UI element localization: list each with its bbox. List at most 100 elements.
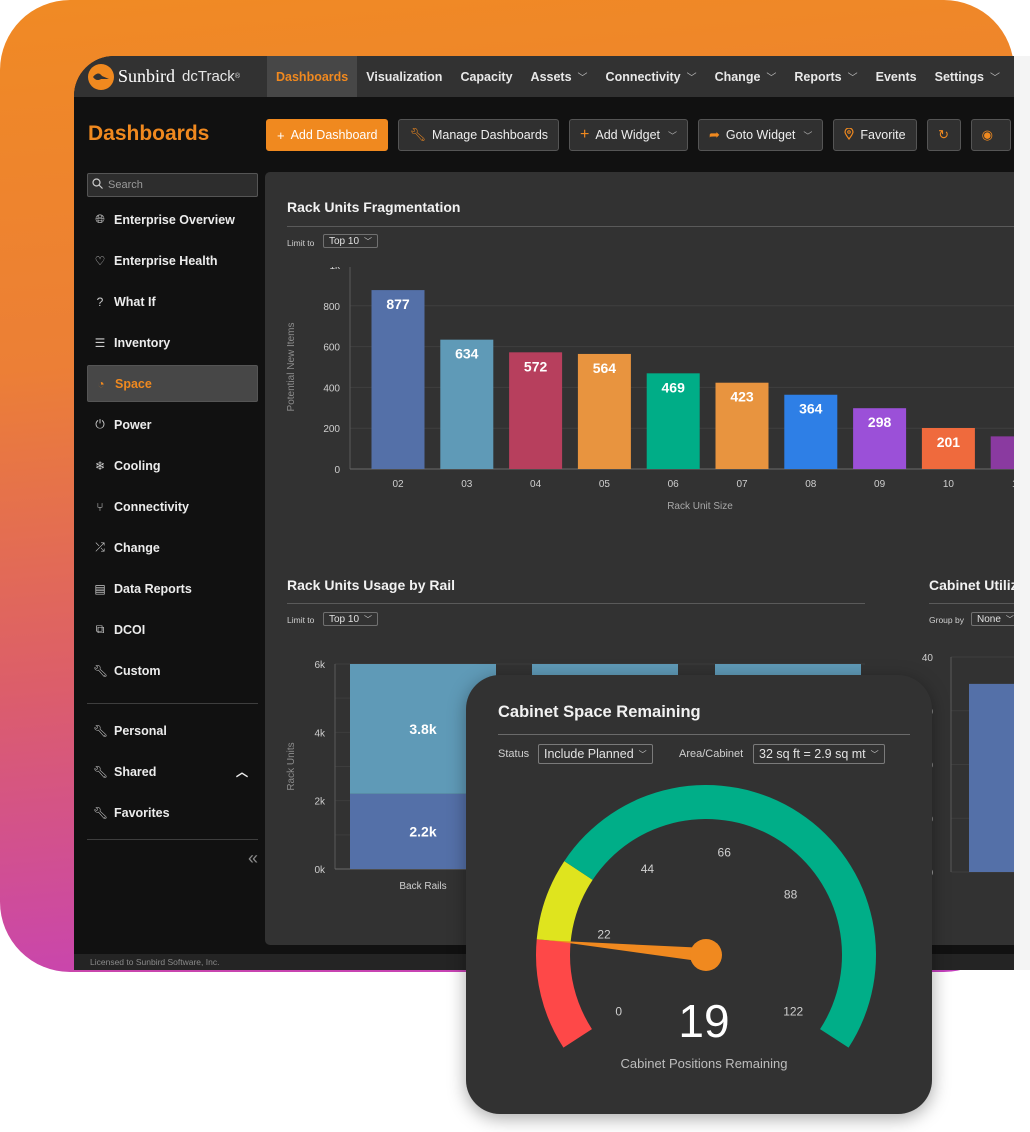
y-axis-label: Rack Units <box>286 742 297 790</box>
nav-item-settings[interactable]: Settings ﹀ <box>926 56 1009 97</box>
nav-item-connectivity[interactable]: Connectivity ﹀ <box>597 56 706 97</box>
sidebar: Search 🌐︎ Enterprise Overview ♡ Enterprise … <box>87 173 258 868</box>
sidebar-item-what-if[interactable]: ? What If <box>87 283 258 320</box>
group-value: None <box>977 613 1001 625</box>
fragmentation-limit-select[interactable]: Top 10 ﹀ <box>323 234 379 248</box>
sidebar-item-favorites[interactable]: 🔧︎ Favorites <box>87 794 258 831</box>
wrench-icon: 🔧︎ <box>93 663 109 678</box>
goto-widget-button[interactable]: ➦ Goto Widget ﹀ <box>698 119 824 151</box>
y-tick-label: 40 <box>922 653 934 664</box>
refresh-button[interactable]: ↻ <box>926 119 961 151</box>
sidebar-item-label: Power <box>114 417 152 432</box>
add-widget-label: Add Widget <box>595 128 660 142</box>
sidebar-item-label: DCOI <box>114 622 146 637</box>
nav-item-dashboards[interactable]: Dashboards <box>267 56 358 97</box>
sidebar-item-label: Custom <box>114 663 161 678</box>
nav-item-label: Change <box>714 69 761 84</box>
manage-dashboards-button[interactable]: 🔧︎ Manage Dashboards <box>398 119 560 151</box>
widget-divider <box>498 734 910 735</box>
gauge-tick-label: 122 <box>783 1005 803 1019</box>
gauge-needle-hub <box>690 939 722 971</box>
chevron-down-icon: ﹀ <box>989 73 1000 84</box>
group-by-select[interactable]: None ﹀ <box>971 612 1014 626</box>
refresh-icon: ↻ <box>938 127 950 142</box>
fragmentation-widget-title: Rack Units Fragmentation <box>287 199 461 215</box>
bar-cabinets <box>969 683 1014 872</box>
sidebar-divider <box>87 703 258 704</box>
sidebar-item-shared[interactable]: 🔧︎ Shared ︿ <box>87 753 258 790</box>
sidebar-item-connectivity[interactable]: ⑂ Connectivity <box>87 488 258 525</box>
nav-item-events[interactable]: Events <box>867 56 926 97</box>
y-tick-label: 800 <box>323 302 340 313</box>
bar-data-label: 634 <box>455 346 479 362</box>
segment-data-label: 2.2k <box>409 823 436 839</box>
collapse-sidebar-icon[interactable]: « <box>248 848 258 869</box>
limit-to-label: Limit to <box>287 238 315 248</box>
sidebar-item-custom[interactable]: 🔧︎ Custom <box>87 652 258 689</box>
sidebar-search-input[interactable]: Search <box>87 173 258 197</box>
sidebar-item-dcoi[interactable]: ⧉ DCOI <box>87 611 258 648</box>
gauge-caption: Cabinet Positions Remaining <box>621 1056 788 1071</box>
logo[interactable]: Sunbird dcTrack ® <box>88 63 268 90</box>
dashboard-toolbar: + Add Dashboard 🔧︎ Manage Dashboards + A… <box>266 119 1011 151</box>
sidebar-item-cooling[interactable]: ❄ Cooling <box>87 447 258 484</box>
y-tick-label: 600 <box>323 343 340 354</box>
sidebar-item-enterprise-health[interactable]: ♡ Enterprise Health <box>87 242 258 279</box>
chevron-down-icon: ﹀ <box>668 130 678 141</box>
gauge-icon: ◔ <box>97 376 105 391</box>
sidebar-item-label: Change <box>114 540 160 555</box>
widget-divider <box>287 226 1014 227</box>
gauge-tick-label: 44 <box>641 862 655 876</box>
nav-item-label: Visualization <box>366 69 443 84</box>
area-cabinet-select[interactable]: 32 sq ft = 2.9 sq mt ﹀ <box>753 744 885 764</box>
nav-item-visualization[interactable]: Visualization <box>357 56 451 97</box>
nav-item-reports[interactable]: Reports ﹀ <box>785 56 866 97</box>
space-remaining-title: Cabinet Space Remaining <box>498 703 701 721</box>
share-arrow-icon: ➦ <box>709 127 720 142</box>
bar-data-label: 201 <box>937 434 961 450</box>
list-icon: ☰ <box>94 335 106 350</box>
x-tick-label: 09 <box>874 479 886 490</box>
bar-data-label: 564 <box>593 360 617 376</box>
edge-fade <box>1014 56 1030 970</box>
status-select[interactable]: Include Planned ﹀ <box>538 744 653 764</box>
sunbird-logo-icon <box>88 63 114 90</box>
brand-name: Sunbird <box>118 66 176 86</box>
sidebar-item-change[interactable]: ⤮ Change <box>87 529 258 566</box>
x-axis-label: Rack Unit Size <box>667 501 733 512</box>
gauge-tick-label: 22 <box>597 928 611 942</box>
gauge-tick-label: 0 <box>615 1005 622 1019</box>
sidebar-item-label: Enterprise Overview <box>114 212 235 227</box>
shuffle-icon: ⤮ <box>95 540 105 554</box>
nav-item-change[interactable]: Change ﹀ <box>706 56 786 97</box>
x-tick-label: 07 <box>736 479 748 490</box>
dcoi-icon: ⧉ <box>95 622 105 636</box>
cabinet-utilization-widget-title: Cabinet Utiliz <box>929 577 1014 593</box>
area-cabinet-label: Area/Cabinet <box>679 748 744 760</box>
nav-item-assets[interactable]: Assets ﹀ <box>522 56 597 97</box>
wrench-icon: 🔧︎ <box>93 805 109 820</box>
area-value: 32 sq ft = 2.9 sq mt <box>759 747 866 761</box>
nav-item-label: Assets <box>530 69 572 84</box>
add-dashboard-button[interactable]: + Add Dashboard <box>266 119 389 151</box>
plus-icon: + <box>277 127 285 143</box>
sidebar-item-enterprise-overview[interactable]: 🌐︎ Enterprise Overview <box>87 201 258 238</box>
sidebar-item-power[interactable]: ⏻ Power <box>87 406 258 443</box>
view-button[interactable]: ◉ <box>970 119 1011 151</box>
sidebar-item-data-reports[interactable]: ▤ Data Reports <box>87 570 258 607</box>
sidebar-item-personal[interactable]: 🔧︎ Personal <box>87 712 258 749</box>
chevron-up-icon[interactable]: ︿ <box>236 763 248 780</box>
bar-data-label: 364 <box>799 401 823 417</box>
registered-mark: ® <box>234 73 240 80</box>
sidebar-item-space[interactable]: ◔ Space <box>87 365 258 402</box>
x-tick-label: 03 <box>461 479 473 490</box>
favorite-button[interactable]: Favorite <box>833 119 917 151</box>
chevron-down-icon: ﹀ <box>364 614 373 624</box>
gauge-value: 19 <box>678 995 729 1047</box>
bar-data-label: 423 <box>730 389 754 405</box>
add-widget-button[interactable]: + Add Widget ﹀ <box>569 119 689 151</box>
sidebar-item-inventory[interactable]: ☰ Inventory <box>87 324 258 361</box>
usage-limit-select[interactable]: Top 10 ﹀ <box>323 612 379 626</box>
nav-item-capacity[interactable]: Capacity <box>451 56 521 97</box>
chevron-down-icon: ﹀ <box>577 73 588 84</box>
